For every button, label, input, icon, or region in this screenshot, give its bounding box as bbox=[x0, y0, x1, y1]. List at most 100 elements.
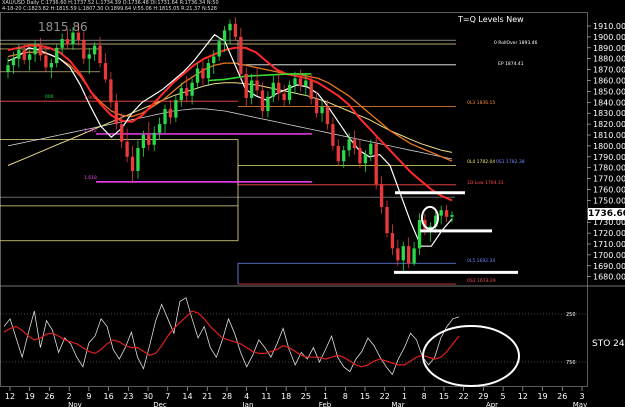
month-label: Nov bbox=[68, 401, 82, 407]
x-tick-label: 9 bbox=[86, 392, 91, 401]
stochastic-panel: 250 750 bbox=[0, 297, 587, 387]
candle-body bbox=[109, 79, 113, 103]
x-tick-label: 26 bbox=[557, 392, 567, 401]
fib-label-1902: 1.902 bbox=[84, 96, 97, 101]
x-tick-label: 4 bbox=[244, 392, 249, 401]
x-tick-label: 8 bbox=[422, 392, 427, 401]
candle-body bbox=[28, 54, 32, 60]
candle-body bbox=[103, 63, 108, 80]
candle-body bbox=[98, 45, 102, 64]
x-tick-label: 18 bbox=[281, 392, 291, 401]
month-label: Jan bbox=[242, 401, 254, 407]
level-label-rollover: 0 RollOver 1893.46 bbox=[494, 41, 538, 46]
candle-body bbox=[390, 233, 395, 249]
candle-body bbox=[358, 148, 362, 164]
candle-body bbox=[244, 73, 248, 98]
candle-body bbox=[141, 135, 146, 149]
candle-body bbox=[120, 124, 124, 142]
y-tick-label: 1760.00 bbox=[593, 186, 625, 195]
candle-body bbox=[250, 80, 254, 98]
level-label-ep: EP 1874.41 bbox=[498, 62, 524, 67]
candle-body bbox=[33, 46, 37, 55]
ghost-price: 1815.86 bbox=[38, 20, 88, 34]
candle-body bbox=[195, 68, 200, 83]
candle-body bbox=[22, 49, 26, 60]
ma-medium bbox=[7, 44, 453, 202]
candle-body bbox=[412, 248, 416, 264]
x-tick-label: 11 bbox=[261, 392, 271, 401]
candle-body bbox=[174, 100, 178, 118]
x-tick-label: 23 bbox=[123, 392, 133, 401]
candle-body bbox=[293, 78, 297, 85]
month-label: Apr bbox=[486, 401, 498, 407]
candle-body bbox=[331, 124, 335, 146]
candle-body bbox=[125, 141, 129, 157]
candle-body bbox=[38, 46, 43, 56]
candle-body bbox=[325, 106, 330, 125]
price-axis: 1910.00 1900.00 1890.00 1880.00 1870.00 1860.… bbox=[587, 22, 625, 282]
level-label-s2: 0S2 1673.29 bbox=[467, 279, 496, 284]
price-chart: 250 750 1910.00 1900.00 1890.00 1880.00 1870.… bbox=[0, 12, 625, 407]
candle-body bbox=[363, 154, 368, 164]
candle-body bbox=[185, 88, 189, 96]
candle-body bbox=[136, 148, 140, 171]
month-label: Dec bbox=[153, 401, 167, 407]
y-tick-label: 1780.00 bbox=[593, 164, 625, 173]
candle-body bbox=[92, 45, 97, 55]
x-tick-label: 21 bbox=[202, 392, 212, 401]
x-tick-label: 29 bbox=[478, 392, 488, 401]
candle-body bbox=[401, 246, 405, 261]
x-tick-label: 30 bbox=[143, 392, 153, 401]
y-tick-label: 1750.00 bbox=[593, 196, 625, 205]
ma-long bbox=[7, 82, 453, 166]
candle-body bbox=[55, 47, 59, 64]
stoch-d-line bbox=[3, 310, 460, 368]
x-tick-label: 25 bbox=[301, 392, 311, 401]
y-tick-label: 1840.00 bbox=[593, 98, 625, 107]
candle-body bbox=[255, 80, 259, 91]
candle-body bbox=[417, 220, 422, 249]
candle-body bbox=[282, 93, 286, 101]
y-tick-label: 1790.00 bbox=[593, 153, 625, 162]
y-tick-label: 1700.00 bbox=[593, 251, 625, 260]
chart-title: T=Q Levels New bbox=[458, 15, 524, 24]
level-label-s1: 0S1 1782.38 bbox=[496, 160, 525, 165]
indicator-label-green: 000 bbox=[45, 95, 54, 100]
candle-body bbox=[352, 139, 357, 149]
candle-body bbox=[271, 82, 275, 97]
x-tick-label: 5 bbox=[501, 392, 506, 401]
candle-body bbox=[179, 88, 183, 101]
candle-body bbox=[201, 68, 205, 79]
candle-body bbox=[320, 106, 324, 114]
candle-body bbox=[190, 82, 194, 96]
x-tick-label: 7 bbox=[165, 392, 170, 401]
x-tick-label: 1 bbox=[402, 392, 407, 401]
stoch-tick-label: 250 bbox=[566, 312, 576, 318]
y-tick-label: 1860.00 bbox=[593, 77, 625, 86]
candle-body bbox=[450, 215, 454, 217]
x-tick-label: 15 bbox=[439, 392, 449, 401]
y-tick-label: 1870.00 bbox=[593, 66, 625, 75]
candle-body bbox=[396, 248, 400, 261]
candle-body bbox=[266, 96, 270, 112]
candle-body bbox=[260, 90, 265, 112]
y-tick-label: 1690.00 bbox=[593, 262, 625, 271]
x-tick-label: 26 bbox=[44, 392, 54, 401]
stoch-highlight-circle bbox=[422, 325, 520, 387]
candle-body bbox=[217, 41, 221, 57]
x-tick-label: 2 bbox=[67, 392, 72, 401]
candle-body bbox=[374, 143, 378, 185]
x-tick-label: 19 bbox=[25, 392, 35, 401]
x-tick-label: 15 bbox=[360, 392, 370, 401]
candle-body bbox=[17, 49, 21, 59]
candle-body bbox=[168, 108, 173, 118]
candle-body bbox=[163, 108, 167, 125]
stochastic-label: STO 24 bbox=[592, 339, 625, 349]
candle-body bbox=[71, 32, 75, 45]
candle-body bbox=[147, 135, 151, 145]
y-tick-label: 1800.00 bbox=[593, 142, 625, 151]
candle-body bbox=[385, 206, 389, 234]
candle-body bbox=[342, 150, 346, 162]
candle-body bbox=[298, 78, 303, 86]
candle-body bbox=[82, 40, 86, 59]
